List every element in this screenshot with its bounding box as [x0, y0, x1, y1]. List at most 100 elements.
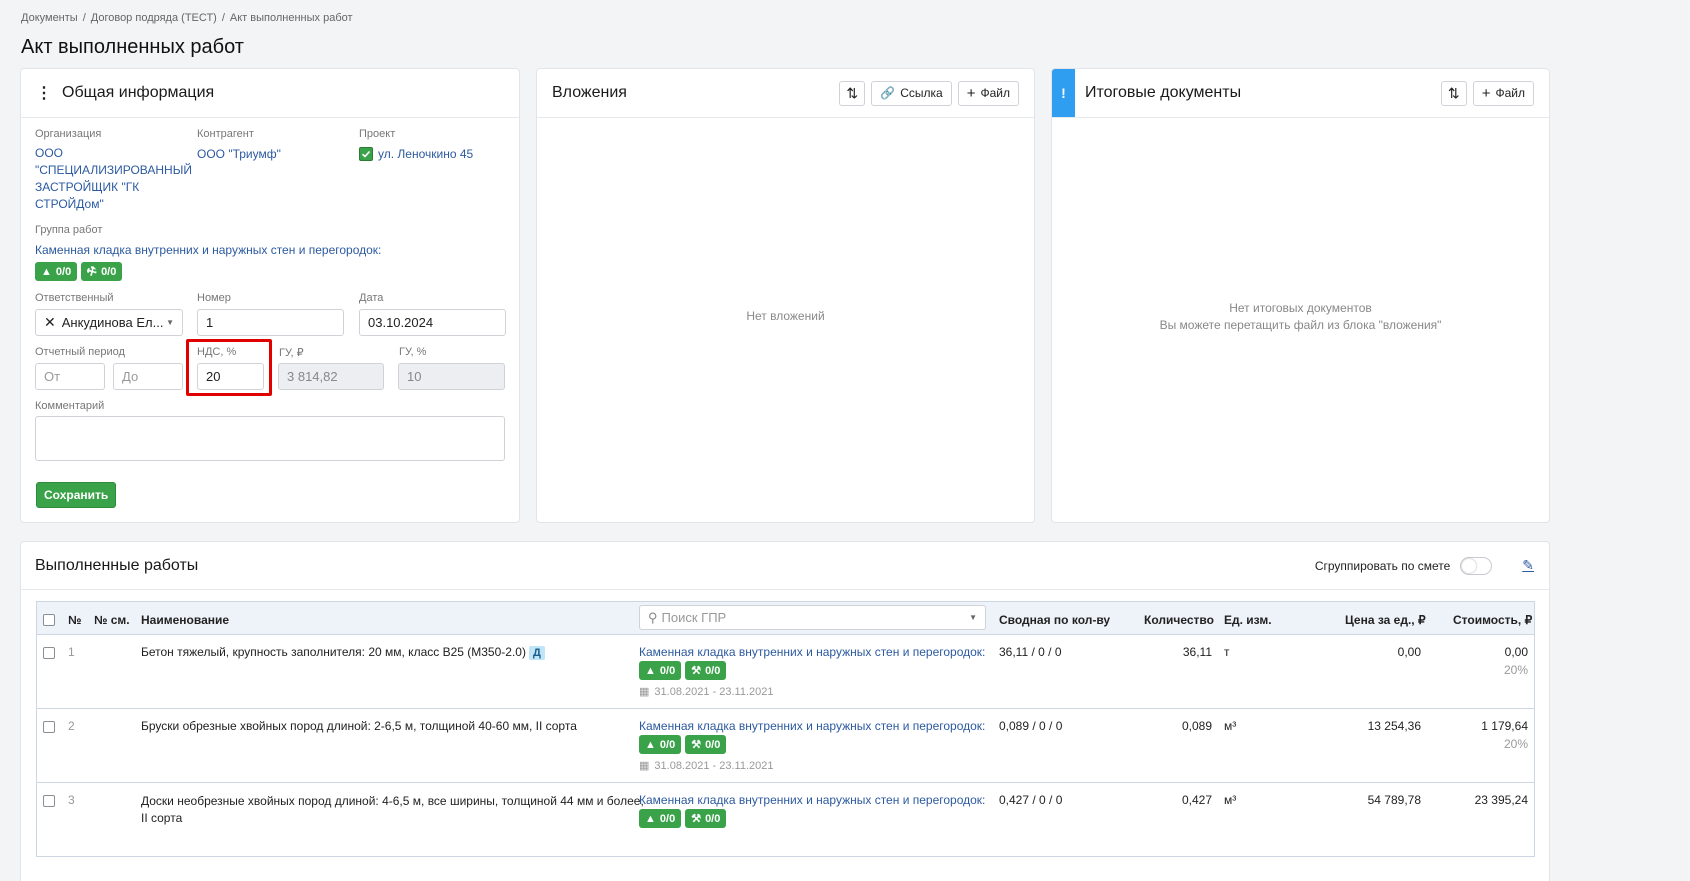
- col-estimate-num[interactable]: № см.: [94, 613, 130, 627]
- sort-button[interactable]: ⇅: [839, 80, 866, 106]
- warning-count: 0/0: [55, 265, 72, 278]
- tool-badge[interactable]: ⚒ 0/0: [81, 262, 123, 281]
- row-group-link[interactable]: Каменная кладка внутренних и наружных ст…: [639, 719, 985, 733]
- contractor-label: Контрагент: [197, 128, 254, 140]
- final-docs-card: ! Итоговые документы ⇅ + Файл Нет итоговы…: [1051, 68, 1550, 523]
- final-docs-header: ! Итоговые документы ⇅ + Файл: [1052, 69, 1549, 118]
- edit-pencil-icon[interactable]: ✎: [1522, 557, 1534, 574]
- plus-icon: +: [1481, 84, 1491, 102]
- clear-icon[interactable]: ✕: [44, 314, 56, 331]
- row-unit: м³: [1224, 793, 1237, 807]
- row-unit: т: [1224, 645, 1230, 659]
- warning-badge[interactable]: ▲ 0/0: [639, 735, 682, 754]
- gu-rub-label: ГУ, ₽: [279, 347, 304, 359]
- table-header: № № см. Наименование ⚲ Поиск ГПР ▼ Сводн…: [37, 602, 1534, 635]
- col-unit[interactable]: Ед. изм.: [1224, 613, 1272, 627]
- warning-badge[interactable]: ▲ 0/0: [639, 661, 682, 680]
- responsible-label: Ответственный: [35, 292, 114, 304]
- warning-badge[interactable]: ▲ 0/0: [639, 809, 682, 828]
- hammer-icon: ⚒: [691, 739, 702, 751]
- breadcrumb-contract[interactable]: Договор подряда (ТЕСТ): [91, 12, 217, 24]
- add-file-button[interactable]: + Файл: [957, 80, 1019, 106]
- tool-count: 0/0: [101, 265, 117, 278]
- warning-triangle-icon: ▲: [41, 265, 52, 278]
- row-badges: ▲ 0/0 ⚒ 0/0: [639, 735, 727, 754]
- plus-icon: +: [966, 84, 976, 102]
- row-name: Бруски обрезные хвойных пород длиной: 2-…: [141, 719, 577, 733]
- warning-badge[interactable]: ▲ 0/0: [35, 262, 78, 281]
- calendar-icon: ▦: [639, 760, 650, 772]
- tool-badge[interactable]: ⚒ 0/0: [685, 809, 727, 828]
- col-num[interactable]: №: [68, 613, 81, 627]
- add-file-label: Файл: [980, 86, 1010, 100]
- row-cost: 23 395,24: [1474, 793, 1528, 807]
- period-from-input[interactable]: От: [35, 363, 105, 390]
- group-by-estimate-toggle[interactable]: [1460, 556, 1493, 575]
- warning-count: 0/0: [659, 812, 676, 825]
- final-docs-toolbar: ⇅ + Файл: [1440, 80, 1534, 106]
- tool-badge[interactable]: ⚒ 0/0: [685, 661, 727, 680]
- tool-badge[interactable]: ⚒ 0/0: [685, 735, 727, 754]
- add-link-label: Ссылка: [900, 86, 943, 100]
- info-marker: !: [1052, 69, 1075, 117]
- row-group-link[interactable]: Каменная кладка внутренних и наружных ст…: [639, 793, 985, 807]
- gu-pct-label: ГУ, %: [399, 346, 427, 358]
- row-checkbox[interactable]: [43, 795, 55, 807]
- row-badges: ▲ 0/0 ⚒ 0/0: [639, 661, 727, 680]
- comment-label: Комментарий: [35, 400, 105, 412]
- gpr-search-placeholder: Поиск ГПР: [661, 610, 727, 625]
- row-dates: ▦ 31.08.2021 - 23.11.2021: [639, 759, 774, 773]
- gpr-search-select[interactable]: ⚲ Поиск ГПР ▼: [639, 605, 986, 630]
- organization-line: "СПЕЦИАЛИЗИРОВАННЫЙ: [35, 163, 192, 177]
- general-info-title: Общая информация: [62, 84, 215, 101]
- table-row[interactable]: 2 Бруски обрезные хвойных пород длиной: …: [37, 709, 1534, 783]
- row-cost: 1 179,64: [1481, 719, 1528, 733]
- breadcrumb-documents[interactable]: Документы: [21, 12, 78, 24]
- checkbox-checked-icon: [359, 147, 373, 161]
- comment-textarea[interactable]: [35, 416, 505, 461]
- row-cost: 0,00: [1504, 645, 1528, 659]
- col-name[interactable]: Наименование: [141, 613, 229, 627]
- col-cost[interactable]: Стоимость, ₽: [1453, 613, 1532, 627]
- caret-down-icon: ▼: [166, 318, 174, 327]
- project-link[interactable]: ул. Леночкино 45: [378, 145, 473, 163]
- sort-arrows-icon: ⇅: [846, 84, 859, 101]
- work-group-badges: ▲ 0/0 ⚒ 0/0: [35, 262, 123, 281]
- save-button[interactable]: Сохранить: [36, 482, 117, 508]
- row-vat: 20%: [1503, 663, 1528, 677]
- row-checkbox[interactable]: [43, 647, 55, 659]
- work-group-link[interactable]: Каменная кладка внутренних и наружных ст…: [35, 241, 381, 259]
- row-summary: 36,11 / 0 / 0: [999, 645, 1062, 659]
- organization-label: Организация: [35, 128, 102, 140]
- table-row[interactable]: 3 Доски необрезные хвойных пород длиной:…: [37, 783, 1534, 857]
- warning-triangle-icon: ▲: [645, 664, 656, 677]
- responsible-select[interactable]: ✕ Анкудинова Ел... ▼: [35, 309, 183, 336]
- kebab-menu-icon[interactable]: ⋮: [36, 83, 52, 103]
- gu-pct-input: 10: [398, 363, 505, 390]
- row-price: 0,00: [1397, 645, 1421, 659]
- row-dates-text: 31.08.2021 - 23.11.2021: [654, 685, 774, 698]
- contractor-link[interactable]: ООО "Триумф": [197, 145, 281, 163]
- select-all-checkbox[interactable]: [43, 614, 55, 626]
- number-input[interactable]: 1: [197, 309, 344, 336]
- date-input[interactable]: 03.10.2024: [359, 309, 506, 336]
- add-link-button[interactable]: 🔗 Ссылка: [871, 80, 952, 106]
- responsible-value: Анкудинова Ел...: [61, 315, 164, 330]
- row-unit: м³: [1224, 719, 1237, 733]
- add-file-button[interactable]: + Файл: [1472, 80, 1534, 106]
- row-group-link[interactable]: Каменная кладка внутренних и наружных ст…: [639, 645, 985, 659]
- sort-button[interactable]: ⇅: [1440, 80, 1467, 106]
- col-price[interactable]: Цена за ед., ₽: [1345, 613, 1426, 627]
- final-docs-empty-text: Нет итоговых документов Вы можете перета…: [1052, 300, 1549, 334]
- row-dates-text: 31.08.2021 - 23.11.2021: [654, 759, 774, 772]
- period-to-input[interactable]: До: [113, 363, 183, 390]
- row-dates: ▦ 31.08.2021 - 23.11.2021: [639, 685, 774, 699]
- col-quantity[interactable]: Количество: [1144, 613, 1214, 627]
- search-icon: ⚲: [648, 609, 658, 625]
- table-row[interactable]: 1 Бетон тяжелый, крупность заполнителя: …: [37, 635, 1534, 709]
- project-field[interactable]: ул. Леночкино 45: [359, 145, 473, 163]
- highlight-frame: [186, 339, 272, 396]
- col-summary[interactable]: Сводная по кол-ву: [999, 613, 1110, 627]
- organization-link[interactable]: ООО "СПЕЦИАЛИЗИРОВАННЫЙ ЗАСТРОЙЩИК "ГК С…: [35, 145, 195, 213]
- row-checkbox[interactable]: [43, 721, 55, 733]
